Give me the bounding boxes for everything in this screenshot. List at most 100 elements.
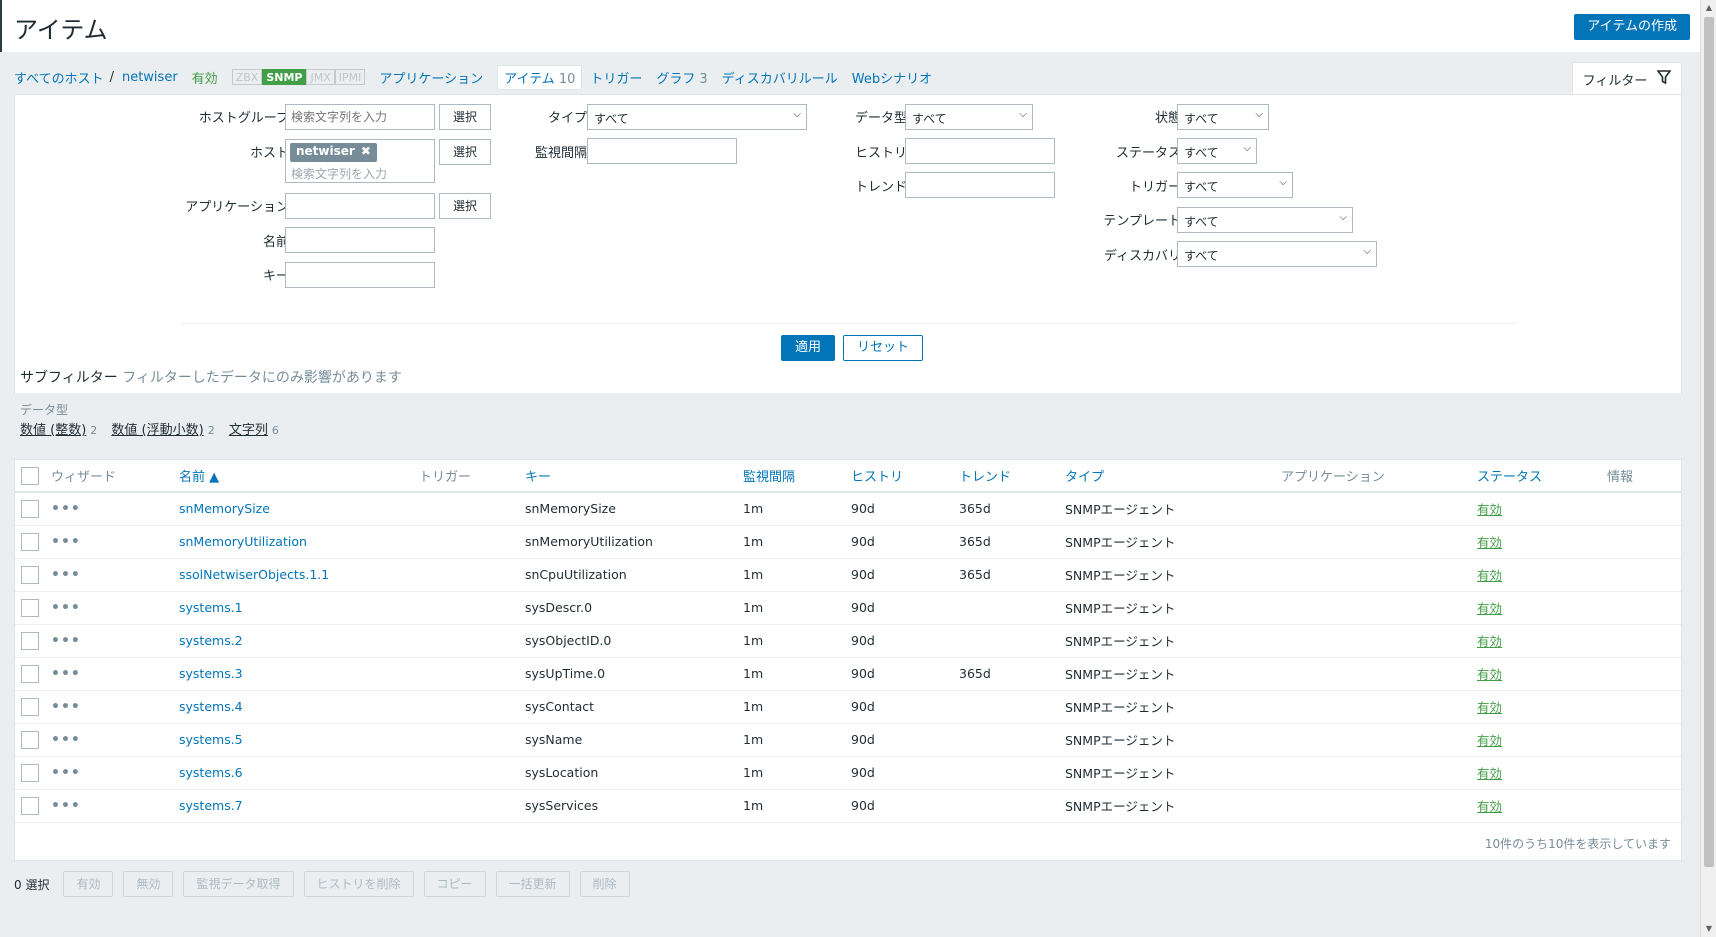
wizard-dots-icon[interactable]: ••• [51, 567, 81, 583]
item-name-link[interactable]: systems.1 [173, 591, 413, 625]
row-checkbox[interactable] [21, 598, 39, 617]
items-table-container: ウィザード 名前 ▲ トリガー キー 監視間隔 ヒストリ トレンド タイプ アプ… [14, 459, 1682, 861]
item-name-link[interactable]: systems.3 [173, 657, 413, 691]
host-multiselect[interactable]: netwiser ✖ 検索文字列を入力 [285, 139, 435, 183]
row-checkbox[interactable] [21, 730, 39, 749]
item-name-link[interactable]: systems.7 [173, 789, 413, 823]
item-status-link[interactable]: 有効 [1471, 657, 1601, 691]
filter-tab[interactable]: フィルター [1572, 62, 1682, 95]
item-status-link[interactable]: 有効 [1471, 756, 1601, 790]
apply-button[interactable]: 適用 [781, 335, 835, 361]
discovery-select[interactable]: すべて ⌵ [1177, 241, 1377, 267]
row-checkbox[interactable] [21, 532, 39, 551]
col-key[interactable]: キー [519, 460, 737, 493]
item-status-link[interactable]: 有効 [1471, 723, 1601, 757]
item-name-link[interactable]: systems.6 [173, 756, 413, 790]
wizard-dots-icon[interactable]: ••• [51, 501, 81, 517]
breadcrumb-all-hosts[interactable]: すべてのホスト [14, 68, 104, 87]
wizard-dots-icon[interactable]: ••• [51, 699, 81, 715]
clear-history-button[interactable]: ヒストリを削除 [303, 871, 414, 897]
scroll-down-icon[interactable]: ▼ [1701, 921, 1716, 937]
hostgroup-select-button[interactable]: 選択 [439, 104, 491, 130]
row-checkbox[interactable] [21, 499, 39, 518]
history-input[interactable] [905, 138, 1055, 164]
scroll-up-icon[interactable]: ▲ [1701, 0, 1716, 16]
remove-tag-icon[interactable]: ✖ [361, 144, 371, 158]
tab-web[interactable]: Webシナリオ [852, 68, 932, 87]
triggers-select[interactable]: すべて ⌵ [1177, 172, 1293, 198]
hostgroup-input[interactable] [285, 104, 435, 130]
scroll-thumb[interactable] [1704, 17, 1714, 867]
wizard-dots-icon[interactable]: ••• [51, 534, 81, 550]
col-status[interactable]: ステータス [1471, 460, 1601, 493]
item-status-link[interactable]: 有効 [1471, 492, 1601, 526]
interval-input[interactable] [587, 138, 737, 164]
tab-discovery[interactable]: ディスカバリルール [722, 68, 838, 87]
trend-input[interactable] [905, 172, 1055, 198]
item-name-link[interactable]: ssolNetwiserObjects.1.1 [173, 558, 413, 592]
wizard-dots-icon[interactable]: ••• [51, 732, 81, 748]
key-input[interactable] [285, 262, 435, 288]
item-name-link[interactable]: systems.2 [173, 624, 413, 658]
tab-items-count: 10 [558, 71, 576, 87]
item-interval: 1m [737, 492, 845, 526]
item-status-link[interactable]: 有効 [1471, 789, 1601, 823]
datatype-select[interactable]: すべて ⌵ [905, 104, 1033, 130]
subfilter-item[interactable]: 数値 (浮動小数) [111, 423, 203, 438]
tab-items-label: アイテム [504, 71, 555, 87]
col-trends[interactable]: トレンド [953, 460, 1059, 493]
page-header: アイテム アイテムの作成 [0, 0, 1700, 52]
check-now-button[interactable]: 監視データ取得 [183, 871, 294, 897]
row-checkbox[interactable] [21, 631, 39, 650]
template-select[interactable]: すべて ⌵ [1177, 207, 1353, 233]
item-name-link[interactable]: systems.4 [173, 690, 413, 724]
create-item-button[interactable]: アイテムの作成 [1574, 14, 1690, 40]
item-trends [953, 624, 1059, 658]
scrollbar[interactable]: ▲ ▼ [1700, 0, 1716, 937]
wizard-dots-icon[interactable]: ••• [51, 765, 81, 781]
item-status-link[interactable]: 有効 [1471, 690, 1601, 724]
wizard-dots-icon[interactable]: ••• [51, 600, 81, 616]
item-status-link[interactable]: 有効 [1471, 591, 1601, 625]
item-name-link[interactable]: systems.5 [173, 723, 413, 757]
item-status-link[interactable]: 有効 [1471, 624, 1601, 658]
copy-button[interactable]: コピー [423, 871, 486, 897]
row-checkbox[interactable] [21, 565, 39, 584]
state-select[interactable]: すべて ⌵ [1177, 104, 1269, 130]
mass-disable-button[interactable]: 無効 [123, 871, 174, 897]
item-history: 90d [845, 756, 953, 790]
subfilter-item[interactable]: 文字列 [229, 423, 268, 438]
item-name-link[interactable]: snMemoryUtilization [173, 525, 413, 559]
col-interval[interactable]: 監視間隔 [737, 460, 845, 493]
row-checkbox[interactable] [21, 796, 39, 815]
item-name-link[interactable]: snMemorySize [173, 492, 413, 526]
mass-update-button[interactable]: 一括更新 [495, 871, 570, 897]
wizard-dots-icon[interactable]: ••• [51, 633, 81, 649]
item-status-link[interactable]: 有効 [1471, 525, 1601, 559]
delete-button[interactable]: 削除 [579, 871, 630, 897]
tab-items[interactable]: アイテム 10 [497, 64, 583, 90]
tab-applications[interactable]: アプリケーション [379, 68, 483, 87]
wizard-dots-icon[interactable]: ••• [51, 666, 81, 682]
name-input[interactable] [285, 227, 435, 253]
reset-button[interactable]: リセット [843, 335, 923, 361]
host-select-button[interactable]: 選択 [439, 139, 491, 165]
mass-enable-button[interactable]: 有効 [63, 871, 114, 897]
application-select-button[interactable]: 選択 [439, 193, 491, 219]
row-checkbox[interactable] [21, 697, 39, 716]
row-checkbox[interactable] [21, 664, 39, 683]
item-status-link[interactable]: 有効 [1471, 558, 1601, 592]
row-checkbox[interactable] [21, 763, 39, 782]
type-select[interactable]: すべて ⌵ [587, 104, 807, 130]
tab-triggers[interactable]: トリガー [590, 68, 642, 87]
tab-graphs[interactable]: グラフ 3 [656, 68, 707, 87]
subfilter-item[interactable]: 数値 (整数) [20, 423, 86, 438]
application-input[interactable] [285, 193, 435, 219]
breadcrumb-host[interactable]: netwiser [122, 70, 178, 85]
col-name[interactable]: 名前 ▲ [173, 460, 413, 493]
select-all-checkbox[interactable] [21, 466, 39, 485]
status-select[interactable]: すべて ⌵ [1177, 138, 1257, 164]
wizard-dots-icon[interactable]: ••• [51, 798, 81, 814]
col-history[interactable]: ヒストリ [845, 460, 953, 493]
col-type[interactable]: タイプ [1059, 460, 1275, 493]
